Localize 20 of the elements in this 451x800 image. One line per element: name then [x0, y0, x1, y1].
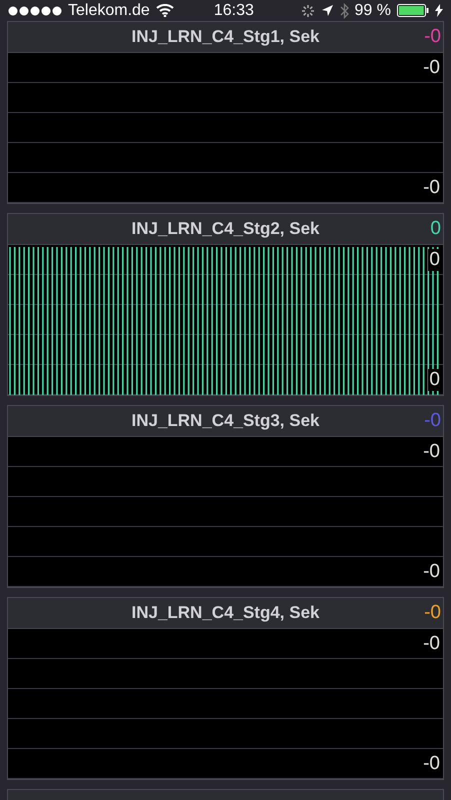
current-value: 0 — [430, 218, 441, 240]
bluetooth-icon — [340, 2, 349, 18]
current-value: -0 — [424, 410, 441, 432]
chart-title: INJ_LRN_C4_Stg1, Sek — [131, 27, 320, 47]
axis-max-label: 0 — [428, 249, 441, 271]
carrier-name: Telekom.de — [68, 2, 150, 20]
battery-icon — [397, 4, 429, 17]
current-value: -0 — [424, 26, 441, 48]
current-value: -0 — [424, 602, 441, 624]
wifi-icon — [156, 4, 174, 17]
charging-bolt-icon — [435, 4, 443, 17]
chart-title: INJ_LRN_C4_Stg4, Sek — [131, 603, 320, 623]
activity-spinner-icon — [300, 4, 315, 18]
axis-min-label: 0 — [428, 369, 441, 391]
signal-strength-icon — [8, 6, 62, 16]
chart-title: INJ_LRN_C4_Stg2, Sek — [131, 219, 320, 239]
location-arrow-icon — [320, 4, 334, 17]
chart-title: INJ_LRN_C4_Stg3, Sek — [131, 411, 320, 431]
clock-time: 16:33 — [214, 2, 254, 20]
battery-percentage: 99 % — [354, 2, 391, 20]
